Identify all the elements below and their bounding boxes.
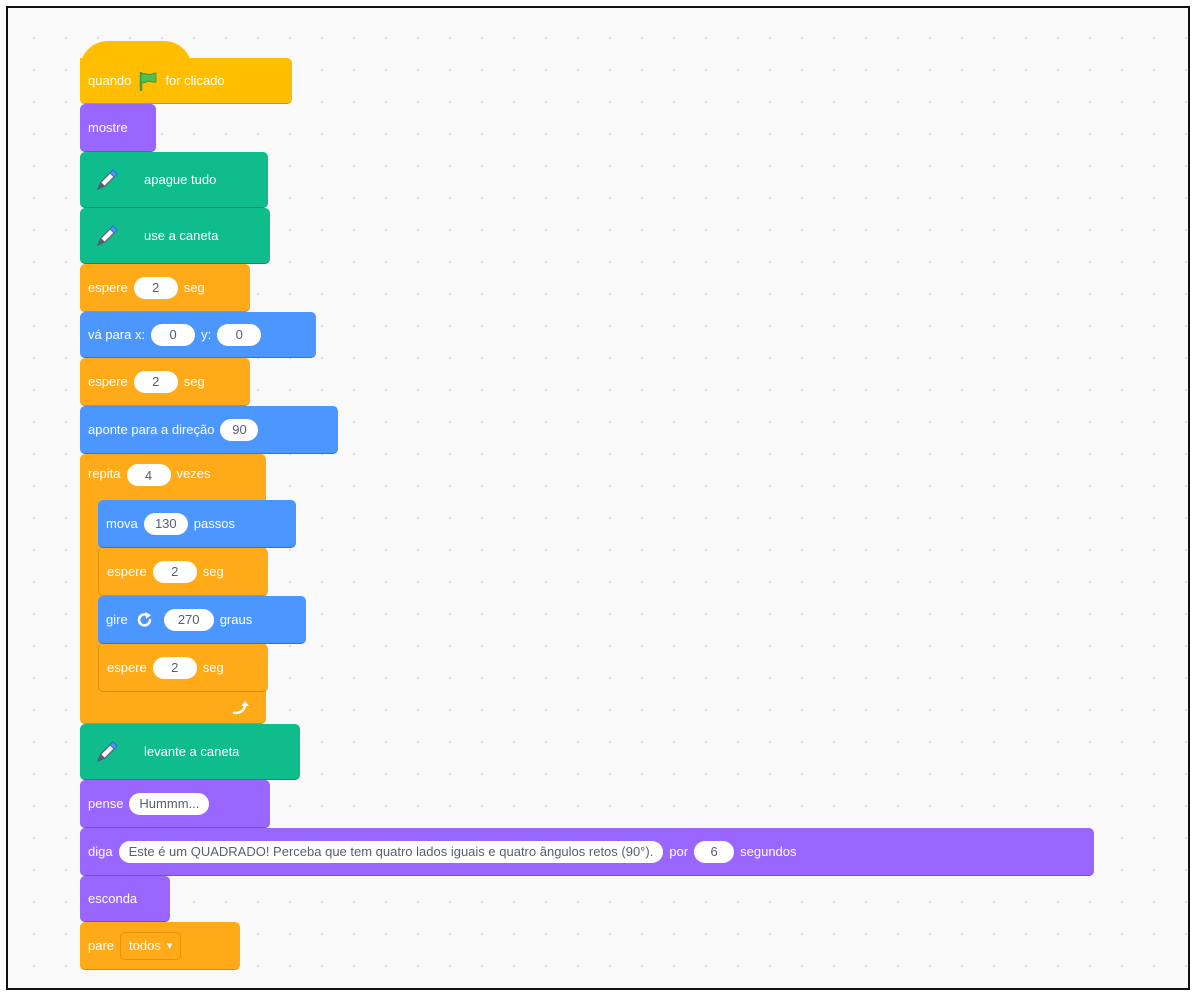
wait-label: espere xyxy=(107,660,147,675)
think-text-input[interactable]: Hummm... xyxy=(129,792,210,815)
repeat-unit: vezes xyxy=(176,466,211,481)
turn-label: gire xyxy=(106,612,128,627)
hat-word-clicked: for clicado xyxy=(165,73,225,88)
stop-option-value: todos xyxy=(129,938,161,953)
direction-input[interactable]: 90 xyxy=(220,418,259,441)
point-in-direction-block[interactable]: aponte para a direção 90 xyxy=(80,406,338,454)
move-steps-block[interactable]: mova 130 passos xyxy=(98,500,296,548)
pen-icon xyxy=(94,167,120,193)
y-input[interactable]: 0 xyxy=(217,323,262,346)
show-block[interactable]: mostre xyxy=(80,104,156,152)
hat-word-when: quando xyxy=(88,73,132,88)
go-to-xy-block[interactable]: vá para x: 0 y: 0 xyxy=(80,312,316,358)
wait-seconds-input[interactable]: 2 xyxy=(133,276,178,299)
think-block[interactable]: pense Hummm... xyxy=(80,780,270,828)
wait-seconds-input[interactable]: 2 xyxy=(152,560,197,583)
wait-unit: seg xyxy=(183,374,205,389)
wait-unit: seg xyxy=(202,564,224,579)
turn-unit: graus xyxy=(219,612,253,627)
stop-block[interactable]: pare todos ▾ xyxy=(80,922,240,970)
wait-unit: seg xyxy=(183,280,205,295)
show-label: mostre xyxy=(88,120,128,135)
pen-down-block[interactable]: use a caneta xyxy=(80,208,270,264)
pen-clear-block[interactable]: apague tudo xyxy=(80,152,268,208)
x-input[interactable]: 0 xyxy=(151,323,196,346)
repeat-label: repita xyxy=(88,466,121,481)
say-seconds-input[interactable]: 6 xyxy=(694,840,735,863)
stop-label: pare xyxy=(88,938,115,953)
wait-label: espere xyxy=(88,280,128,295)
wait-seconds-input[interactable]: 2 xyxy=(152,656,197,679)
turn-right-block[interactable]: gire 270 graus xyxy=(98,596,306,644)
point-label: aponte para a direção xyxy=(88,422,215,437)
steps-input[interactable]: 130 xyxy=(143,512,188,535)
say-text-input[interactable]: Este é um QUADRADO! Perceba que tem quat… xyxy=(118,840,664,863)
think-label: pense xyxy=(88,796,124,811)
wait-unit: seg xyxy=(202,660,224,675)
stop-option-dropdown[interactable]: todos ▾ xyxy=(120,931,182,960)
wait-seconds-input[interactable]: 2 xyxy=(133,370,178,393)
hide-block[interactable]: esconda xyxy=(80,876,170,922)
pen-up-label: levante a caneta xyxy=(144,744,240,759)
wait-label: espere xyxy=(88,374,128,389)
code-area[interactable]: quando for clicado mostre apague tudo us… xyxy=(6,6,1190,990)
wait-block[interactable]: espere 2 seg xyxy=(80,264,250,312)
loop-arrow-icon xyxy=(232,700,252,721)
say-unit: segundos xyxy=(740,844,797,859)
repeat-count-input[interactable]: 4 xyxy=(126,464,171,486)
rotate-right-icon xyxy=(136,611,154,629)
hide-label: esconda xyxy=(88,891,138,906)
wait-block[interactable]: espere 2 seg xyxy=(98,644,268,692)
say-for-label: por xyxy=(669,844,689,859)
wait-block[interactable]: espere 2 seg xyxy=(80,358,250,406)
pen-down-label: use a caneta xyxy=(144,228,219,243)
clear-label: apague tudo xyxy=(144,172,217,187)
wait-label: espere xyxy=(107,564,147,579)
pen-icon xyxy=(94,739,120,765)
y-label: y: xyxy=(201,327,212,342)
pen-up-block[interactable]: levante a caneta xyxy=(80,724,300,780)
say-label: diga xyxy=(88,844,113,859)
pen-icon xyxy=(94,223,120,249)
when-flag-clicked-block[interactable]: quando for clicado xyxy=(80,58,292,104)
say-for-secs-block[interactable]: diga Este é um QUADRADO! Perceba que tem… xyxy=(80,828,1094,876)
goto-label: vá para x: xyxy=(88,327,146,342)
move-label: mova xyxy=(106,516,138,531)
chevron-down-icon: ▾ xyxy=(166,940,173,952)
wait-block[interactable]: espere 2 seg xyxy=(98,548,268,596)
move-unit: passos xyxy=(193,516,235,531)
degrees-input[interactable]: 270 xyxy=(163,608,214,631)
green-flag-icon xyxy=(137,71,159,91)
